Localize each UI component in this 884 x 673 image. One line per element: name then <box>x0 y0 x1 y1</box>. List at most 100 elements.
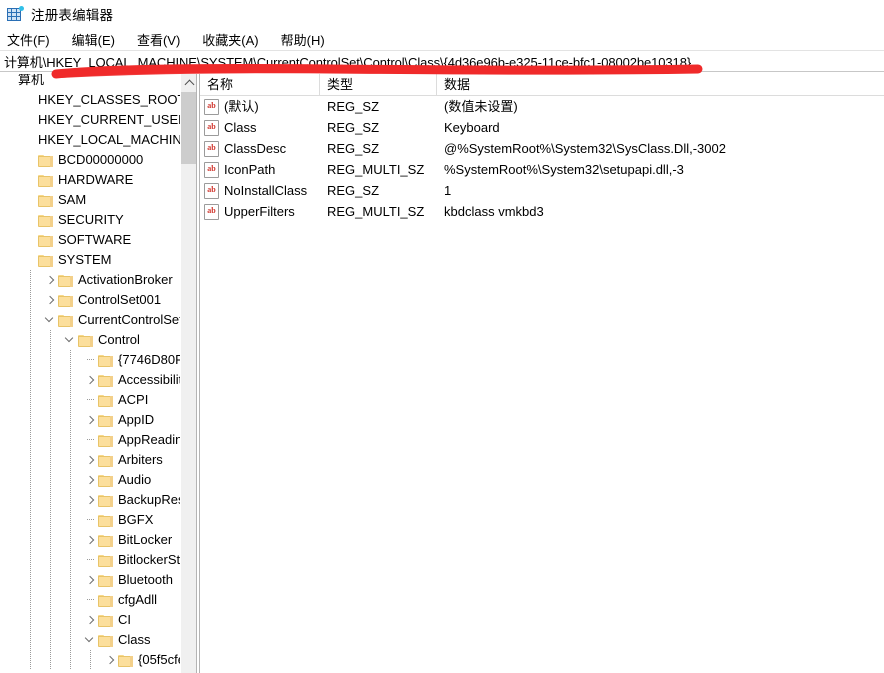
menu-item-view[interactable]: 查看(V) <box>137 28 189 51</box>
tree-indent <box>0 450 84 470</box>
scroll-up-arrow-icon[interactable] <box>181 74 196 91</box>
tree-item-control[interactable]: Control <box>0 330 196 350</box>
tree-item-hardware[interactable]: HARDWARE <box>0 170 196 190</box>
column-header-data[interactable]: 数据 <box>437 74 884 96</box>
menu-item-file[interactable]: 文件(F) <box>7 28 59 51</box>
menu-item-edit[interactable]: 编辑(E) <box>72 28 124 51</box>
tree-scrollbar-thumb[interactable] <box>181 92 196 164</box>
tree-item-bluetooth[interactable]: Bluetooth <box>0 570 196 590</box>
tree-indent <box>0 90 24 110</box>
chevron-down-icon[interactable] <box>64 330 78 350</box>
tree-vertical-scrollbar[interactable] <box>180 74 196 673</box>
title-bar: 注册表编辑器 <box>0 0 884 28</box>
tree-guide-line <box>30 430 31 450</box>
folder-icon <box>38 234 53 247</box>
tree-item-audio[interactable]: Audio <box>0 470 196 490</box>
folder-icon <box>98 474 113 487</box>
chevron-right-icon[interactable] <box>44 290 58 310</box>
tree-item-arbiters[interactable]: Arbiters <box>0 450 196 470</box>
tree-item-currentcontrolset[interactable]: CurrentControlSet <box>0 310 196 330</box>
tree-item-appreadiness[interactable]: AppReadiness <box>0 430 196 450</box>
tree-guide-line <box>30 630 31 650</box>
chevron-right-icon[interactable] <box>84 450 98 470</box>
chevron-down-icon[interactable] <box>84 630 98 650</box>
tree-item-hkeyclassesroot[interactable]: HKEY_CLASSES_ROOT <box>0 90 196 110</box>
tree-item-bitlockerstatus[interactable]: BitlockerStatus <box>0 550 196 570</box>
value-row[interactable]: abClassREG_SZKeyboard <box>200 117 884 138</box>
value-row[interactable]: abUpperFiltersREG_MULTI_SZkbdclass vmkbd… <box>200 201 884 222</box>
tree-guide-line <box>70 410 71 430</box>
tree-item-class[interactable]: Class <box>0 630 196 650</box>
tree-indent <box>0 310 44 330</box>
tree-item-acpi[interactable]: ACPI <box>0 390 196 410</box>
chevron-right-icon[interactable] <box>44 270 58 290</box>
tree-guide-line <box>70 450 71 470</box>
tree-spacer <box>84 590 98 610</box>
chevron-right-icon[interactable] <box>84 470 98 490</box>
tree-item-05f5cfe2-4733-495[interactable]: {05f5cfe2-4733-495 <box>0 650 196 670</box>
tree-guide-line <box>50 510 51 530</box>
chevron-down-icon[interactable] <box>44 310 58 330</box>
tree-item-bcd00000000[interactable]: BCD00000000 <box>0 150 196 170</box>
tree-item-hkeylocalmachine[interactable]: HKEY_LOCAL_MACHINE <box>0 130 196 150</box>
chevron-right-icon[interactable] <box>84 490 98 510</box>
folder-icon <box>78 334 93 347</box>
tree-guide-line <box>50 530 51 550</box>
tree-item-label: Control <box>98 330 140 350</box>
value-data-cell: @%SystemRoot%\System32\SysClass.Dll,-300… <box>437 138 884 159</box>
tree-item-bitlocker[interactable]: BitLocker <box>0 530 196 550</box>
value-row[interactable]: abNoInstallClassREG_SZ1 <box>200 180 884 201</box>
registry-values-panel[interactable]: 名称 类型 数据 ab(默认)REG_SZ(数值未设置)abClassREG_S… <box>200 74 884 673</box>
tree-guide-line <box>30 450 31 470</box>
tree-indent <box>0 190 24 210</box>
folder-icon <box>58 274 73 287</box>
tree-item-cfgadll[interactable]: cfgAdll <box>0 590 196 610</box>
string-value-icon: ab <box>204 183 219 199</box>
menu-item-help[interactable]: 帮助(H) <box>281 28 334 51</box>
folder-icon <box>58 294 73 307</box>
value-row[interactable]: abIconPathREG_MULTI_SZ%SystemRoot%\Syste… <box>200 159 884 180</box>
tree-indent <box>0 290 44 310</box>
tree-guide-line <box>50 570 51 590</box>
tree-item-7746d80f-97e0-4e26[interactable]: {7746D80F-97E0-4E26 <box>0 350 196 370</box>
tree-guide-line <box>50 390 51 410</box>
value-row[interactable]: ab(默认)REG_SZ(数值未设置) <box>200 96 884 117</box>
tree-item-sam[interactable]: SAM <box>0 190 196 210</box>
tree-item-controlset001[interactable]: ControlSet001 <box>0 290 196 310</box>
chevron-right-icon[interactable] <box>84 410 98 430</box>
tree-spacer <box>24 190 38 210</box>
chevron-right-icon[interactable] <box>104 650 118 670</box>
tree-item-算机[interactable]: 算机 <box>0 74 196 90</box>
chevron-right-icon[interactable] <box>84 530 98 550</box>
string-value-icon: ab <box>204 162 219 178</box>
column-header-type[interactable]: 类型 <box>320 74 437 96</box>
tree-item-software[interactable]: SOFTWARE <box>0 230 196 250</box>
value-data-cell: kbdclass vmkbd3 <box>437 201 884 222</box>
window-title: 注册表编辑器 <box>31 4 113 24</box>
tree-item-activationbroker[interactable]: ActivationBroker <box>0 270 196 290</box>
column-header-name[interactable]: 名称 <box>200 74 320 96</box>
chevron-right-icon[interactable] <box>84 370 98 390</box>
tree-item-label: ControlSet001 <box>78 290 161 310</box>
folder-icon <box>98 514 113 527</box>
tree-item-ci[interactable]: CI <box>0 610 196 630</box>
tree-spacer <box>24 90 38 110</box>
tree-item-system[interactable]: SYSTEM <box>0 250 196 270</box>
menu-item-favorites[interactable]: 收藏夹(A) <box>202 28 267 51</box>
string-value-icon: ab <box>204 99 219 115</box>
registry-tree-panel[interactable]: 算机HKEY_CLASSES_ROOTHKEY_CURRENT_USERHKEY… <box>0 74 196 673</box>
chevron-right-icon[interactable] <box>84 610 98 630</box>
tree-item-backuprestore[interactable]: BackupRestore <box>0 490 196 510</box>
tree-item-accessibilitysettings[interactable]: AccessibilitySettings <box>0 370 196 390</box>
tree-item-security[interactable]: SECURITY <box>0 210 196 230</box>
tree-item-appid[interactable]: AppID <box>0 410 196 430</box>
chevron-right-icon[interactable] <box>84 570 98 590</box>
value-row[interactable]: abClassDescREG_SZ@%SystemRoot%\System32\… <box>200 138 884 159</box>
tree-guide-line <box>50 330 51 350</box>
address-bar[interactable]: 计算机\HKEY_LOCAL_MACHINE\SYSTEM\CurrentCon… <box>0 50 884 72</box>
registry-path-text: 计算机\HKEY_LOCAL_MACHINE\SYSTEM\CurrentCon… <box>4 52 691 71</box>
value-data-cell: 1 <box>437 180 884 201</box>
tree-item-hkeycurrentuser[interactable]: HKEY_CURRENT_USER <box>0 110 196 130</box>
tree-indent <box>0 330 64 350</box>
tree-item-bgfx[interactable]: BGFX <box>0 510 196 530</box>
